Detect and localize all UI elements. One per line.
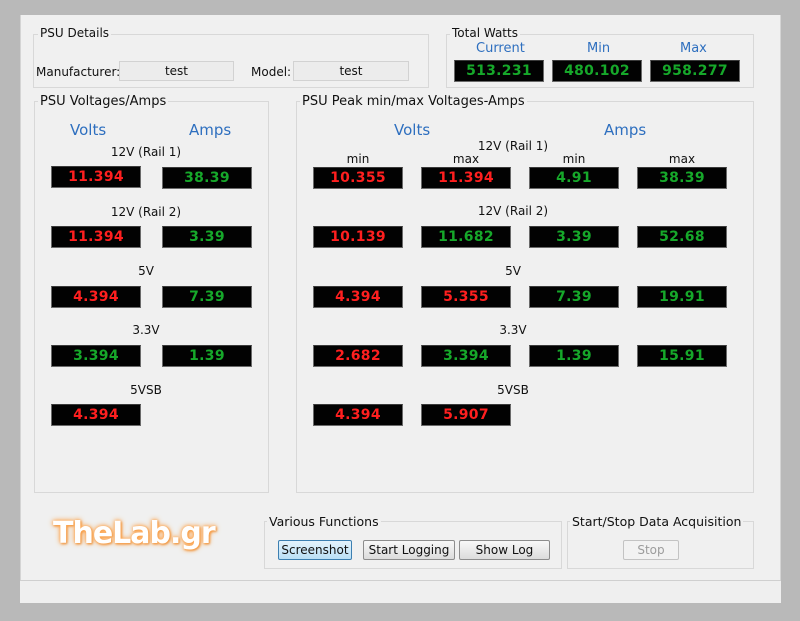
peak-amin-12v-rail2: 3.39 [529, 226, 619, 248]
peak-volts-header: Volts [394, 121, 431, 139]
peak-rail-label-5vsb: 5VSB [497, 383, 529, 397]
peak-volts-max-label: max [452, 152, 480, 166]
peak-amax-12v-rail2: 52.68 [637, 226, 727, 248]
peak-vmax-5v: 5.355 [421, 286, 511, 308]
peak-volts-min-label: min [346, 152, 370, 166]
total-min-header: Min [587, 41, 611, 56]
volts-display-12v-rail2: 11.394 [51, 226, 141, 248]
status-bar [20, 580, 781, 603]
screenshot-button[interactable]: Screenshot [278, 540, 352, 560]
peak-vmin-12v-rail2: 10.139 [313, 226, 403, 248]
total-max-display: 958.277 [650, 60, 740, 82]
peak-amin-5v: 7.39 [529, 286, 619, 308]
peak-vmin-5v: 4.394 [313, 286, 403, 308]
peak-vmax-12v-rail2: 11.682 [421, 226, 511, 248]
peak-vmin-12v-rail1: 10.355 [313, 167, 403, 189]
peak-amin-3v3: 1.39 [529, 345, 619, 367]
stop-button[interactable]: Stop [623, 540, 679, 560]
logo-main-text: TheLab [53, 516, 171, 551]
start-logging-button[interactable]: Start Logging [363, 540, 455, 560]
peak-amps-max-label: max [668, 152, 696, 166]
peak-vmax-12v-rail1: 11.394 [421, 167, 511, 189]
peak-rail-label-12v-rail2: 12V (Rail 2) [477, 204, 549, 218]
total-current-display: 513.231 [454, 60, 544, 82]
amps-display-3v3: 1.39 [162, 345, 252, 367]
total-current-header: Current [476, 41, 525, 56]
peak-rail-label-5v: 5V [505, 264, 521, 278]
voltages-amps-title: PSU Voltages/Amps [38, 94, 169, 109]
peak-rail-label-12v-rail1: 12V (Rail 1) [477, 139, 549, 153]
thelab-logo: TheLab.gr [53, 516, 216, 551]
volts-display-5v: 4.394 [51, 286, 141, 308]
peak-amps-header: Amps [604, 121, 647, 139]
volts-display-3v3: 3.394 [51, 345, 141, 367]
peak-amax-5v: 19.91 [637, 286, 727, 308]
model-field: test [293, 61, 409, 81]
manufacturer-label: Manufacturer: [36, 65, 121, 79]
amps-display-12v-rail2: 3.39 [162, 226, 252, 248]
rail-label-12v-rail2: 12V (Rail 2) [110, 205, 182, 219]
rail-label-5vsb: 5VSB [130, 383, 162, 397]
rail-label-5v: 5V [138, 264, 154, 278]
volts-display-12v-rail1: 11.394 [51, 166, 141, 188]
total-min-display: 480.102 [552, 60, 642, 82]
peak-vmax-5vsb: 5.907 [421, 404, 511, 426]
manufacturer-field: test [119, 61, 234, 81]
peak-amax-12v-rail1: 38.39 [637, 167, 727, 189]
model-label: Model: [251, 65, 292, 79]
peak-vmin-5vsb: 4.394 [313, 404, 403, 426]
peak-amps-min-label: min [562, 152, 586, 166]
peak-vmin-3v3: 2.682 [313, 345, 403, 367]
acquisition-title: Start/Stop Data Acquisition [570, 514, 744, 529]
volts-header: Volts [70, 121, 107, 139]
amps-header: Amps [189, 121, 232, 139]
rail-label-3v3: 3.3V [132, 323, 160, 337]
peak-amax-3v3: 15.91 [637, 345, 727, 367]
show-log-button[interactable]: Show Log [459, 540, 550, 560]
psu-details-title: PSU Details [38, 26, 112, 40]
logo-tld-text: .gr [170, 516, 216, 551]
volts-display-5vsb: 4.394 [51, 404, 141, 426]
total-watts-title: Total Watts [450, 26, 520, 40]
peak-title: PSU Peak min/max Voltages-Amps [300, 94, 527, 109]
peak-amin-12v-rail1: 4.91 [529, 167, 619, 189]
rail-label-12v-rail1: 12V (Rail 1) [110, 145, 182, 159]
total-max-header: Max [680, 41, 707, 56]
amps-display-12v-rail1: 38.39 [162, 167, 252, 189]
amps-display-5v: 7.39 [162, 286, 252, 308]
peak-rail-label-3v3: 3.3V [499, 323, 527, 337]
peak-vmax-3v3: 3.394 [421, 345, 511, 367]
functions-title: Various Functions [267, 514, 381, 529]
